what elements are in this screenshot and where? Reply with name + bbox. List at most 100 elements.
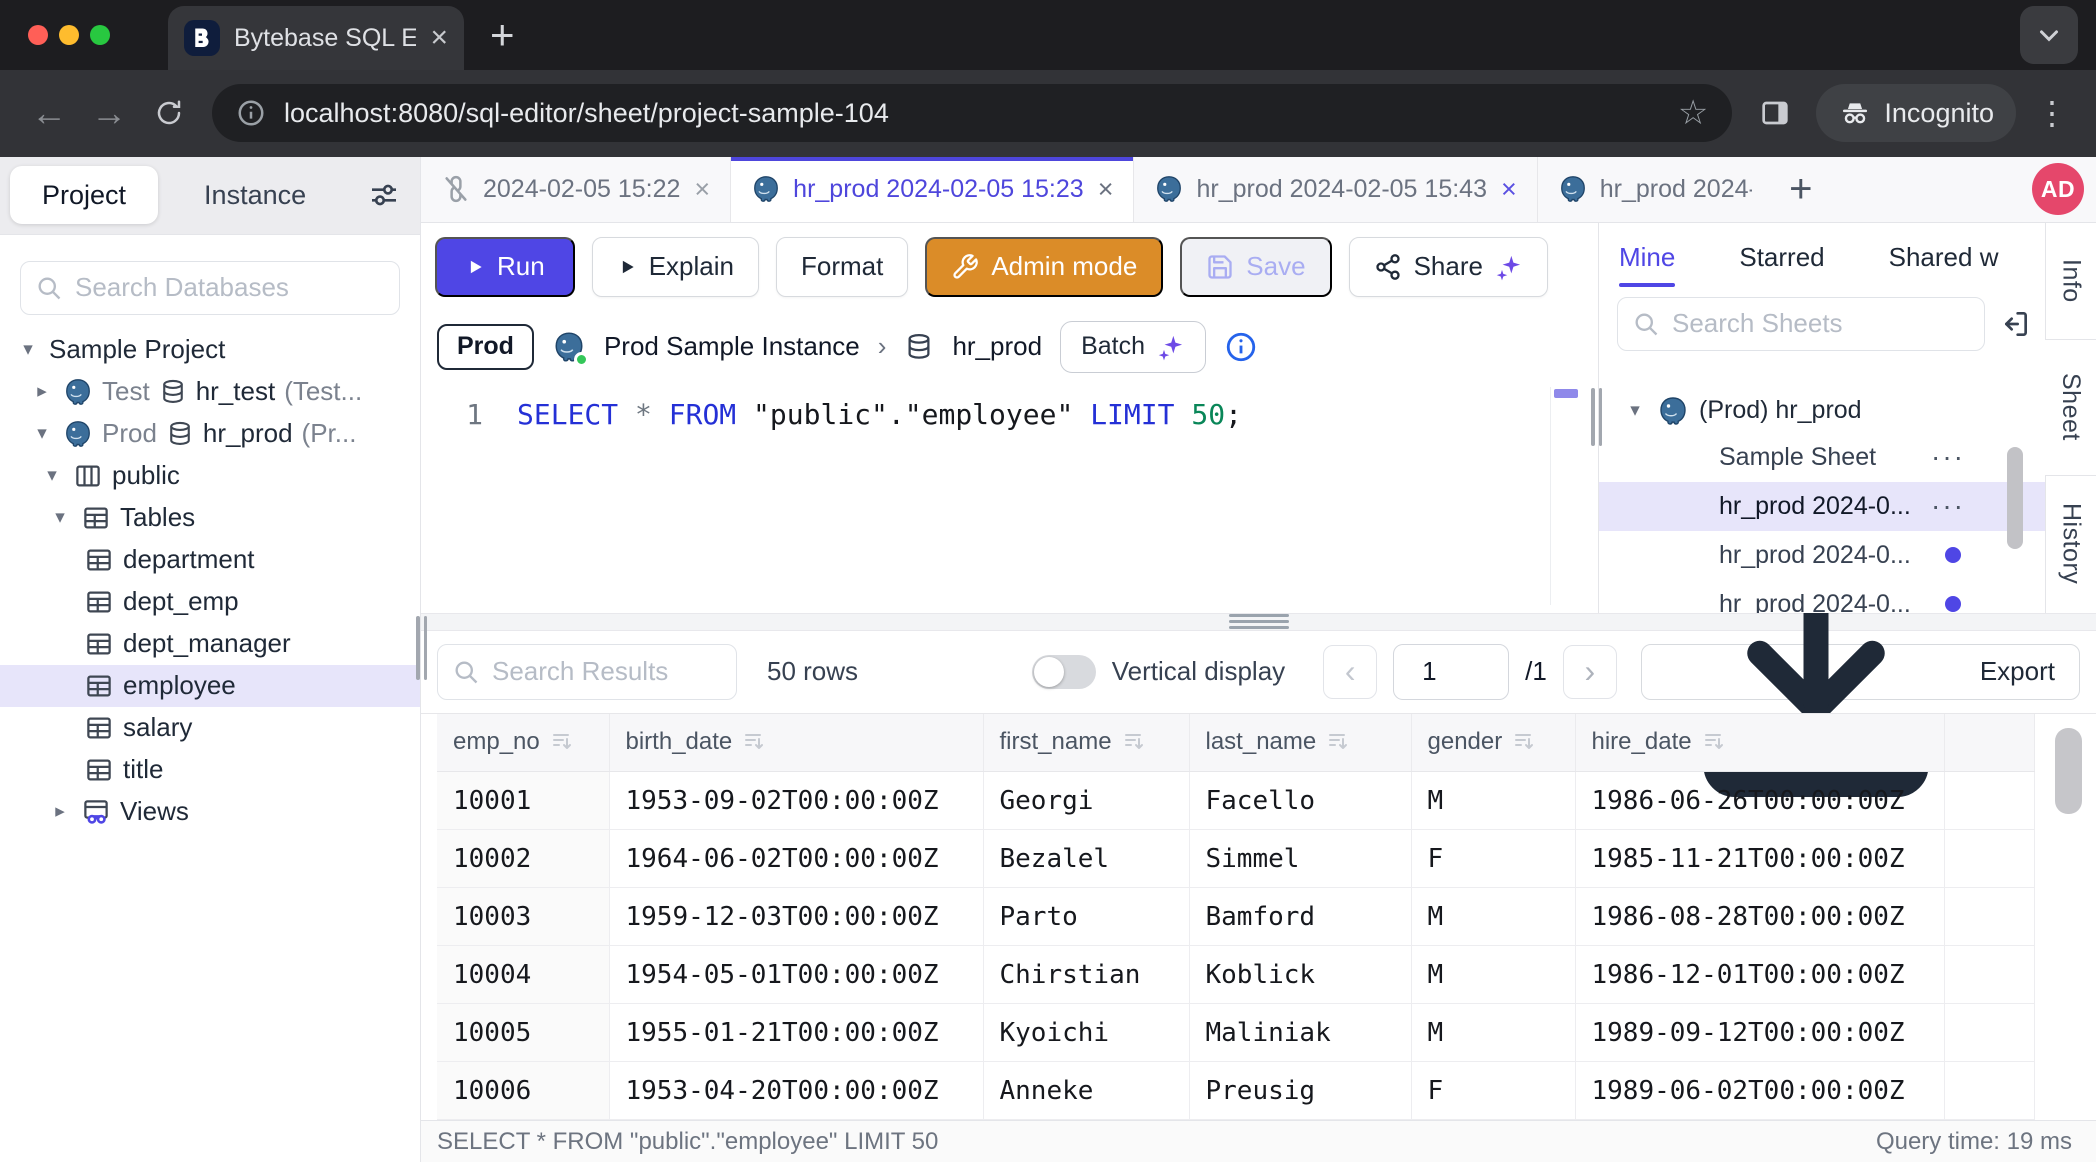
info-icon[interactable] — [1224, 330, 1258, 364]
sort-icon[interactable] — [1122, 729, 1146, 753]
column-header-birth_date[interactable]: birth_date — [609, 714, 983, 772]
play-icon — [465, 257, 485, 277]
reload-icon[interactable] — [142, 98, 196, 128]
tree-item-sample-project[interactable]: ▾Sample Project — [0, 329, 420, 371]
user-avatar[interactable]: AD — [2032, 163, 2084, 215]
export-button[interactable]: Export — [1641, 644, 2080, 700]
panel-resize-handle[interactable] — [1591, 388, 1602, 446]
sheet-search-input[interactable] — [1672, 308, 1970, 339]
sheet-tab-2[interactable]: hr_prod 2024-02-05 15:23× — [731, 157, 1134, 222]
sidebar-resize-handle[interactable] — [416, 616, 427, 680]
run-button[interactable]: Run — [435, 237, 575, 297]
tab-project[interactable]: Project — [10, 166, 158, 224]
close-sheet-icon[interactable]: × — [694, 174, 710, 205]
tree-item-title[interactable]: title — [0, 749, 420, 791]
table-scrollbar-thumb[interactable] — [2055, 728, 2082, 814]
sheet-list-item[interactable]: hr_prod 2024-0... — [1599, 531, 2045, 580]
site-info-icon[interactable] — [236, 98, 266, 128]
close-tab-icon[interactable]: × — [430, 21, 448, 55]
more-menu-icon[interactable]: ··· — [1931, 490, 1965, 522]
tree-item-dept-manager[interactable]: dept_manager — [0, 623, 420, 665]
browser-menu-icon[interactable]: ⋮ — [2030, 94, 2074, 132]
zoom-window-button[interactable] — [90, 25, 110, 45]
sheet-search[interactable] — [1617, 297, 1985, 351]
sheet-panel-tab-starred[interactable]: Starred — [1739, 223, 1824, 293]
results-search[interactable] — [437, 644, 737, 700]
caret-right-icon[interactable]: ▸ — [48, 800, 72, 823]
column-header-first_name[interactable]: first_name — [983, 714, 1189, 772]
tree-item-employee[interactable]: employee — [0, 665, 420, 707]
share-button[interactable]: Share — [1349, 237, 1548, 297]
vertical-display-toggle[interactable] — [1032, 655, 1096, 689]
caret-down-icon[interactable]: ▾ — [48, 506, 72, 529]
query-time: Query time: 19 ms — [1876, 1128, 2072, 1156]
close-sheet-icon[interactable]: × — [1098, 174, 1114, 205]
sql-editor[interactable]: 1 SELECT * FROM "public"."employee" LIMI… — [421, 383, 1598, 613]
forward-icon[interactable]: → — [82, 92, 136, 134]
sheet-tab-1[interactable]: 2024-02-05 15:22× — [421, 157, 731, 222]
tab-search-chevron-icon[interactable] — [2020, 6, 2078, 64]
new-tab-button[interactable]: + — [490, 14, 515, 56]
more-menu-icon[interactable]: ··· — [1931, 441, 1965, 473]
sort-icon[interactable] — [1326, 729, 1350, 753]
column-header-hire_date[interactable]: hire_date — [1575, 714, 1944, 772]
tree-item-views[interactable]: ▸Views — [0, 791, 420, 833]
side-tab-info[interactable]: Info — [2046, 223, 2096, 340]
browser-tab[interactable]: Bytebase SQL Editor × — [168, 6, 464, 70]
format-button[interactable]: Format — [776, 237, 908, 297]
save-button[interactable]: Save — [1180, 237, 1331, 297]
caret-down-icon[interactable]: ▾ — [1623, 399, 1647, 422]
sheet-panel-tab-mine[interactable]: Mine — [1619, 223, 1675, 293]
sheet-list-item[interactable]: hr_prod 2024-0...··· — [1599, 482, 2045, 531]
sort-icon[interactable] — [550, 729, 574, 753]
sheet-list-scrollbar-thumb[interactable] — [2007, 447, 2023, 549]
caret-down-icon[interactable]: ▾ — [40, 464, 64, 487]
close-sheet-icon[interactable]: × — [1501, 174, 1517, 205]
explain-button[interactable]: Explain — [592, 237, 759, 297]
minimize-window-button[interactable] — [59, 25, 79, 45]
sort-icon[interactable] — [742, 729, 766, 753]
tree-item-department[interactable]: department — [0, 539, 420, 581]
column-header-last_name[interactable]: last_name — [1189, 714, 1411, 772]
side-panel-icon[interactable] — [1748, 97, 1802, 129]
sort-icon[interactable] — [1512, 729, 1536, 753]
sort-icon[interactable] — [1702, 729, 1726, 753]
prev-page-button[interactable]: ‹ — [1323, 645, 1377, 699]
next-page-button[interactable]: › — [1563, 645, 1617, 699]
tab-instance[interactable]: Instance — [172, 166, 338, 224]
batch-mode-button[interactable]: Batch — [1060, 321, 1206, 373]
sheet-list-item[interactable]: Sample Sheet··· — [1599, 433, 2045, 482]
tree-item-hr-prod[interactable]: ▾Prodhr_prod(Pr... — [0, 413, 420, 455]
tree-item-public[interactable]: ▾public — [0, 455, 420, 497]
sheet-list-item[interactable]: hr_prod 2024-0... — [1599, 580, 2045, 613]
database-search-input[interactable] — [75, 272, 385, 303]
tree-item-hr-test[interactable]: ▸Testhr_test(Test... — [0, 371, 420, 413]
tree-item-dept-emp[interactable]: dept_emp — [0, 581, 420, 623]
address-bar[interactable]: localhost:8080/sql-editor/sheet/project-… — [212, 84, 1732, 142]
results-search-input[interactable] — [492, 656, 722, 687]
sheet-group-row[interactable]: ▾(Prod) hr_prod — [1599, 389, 2045, 433]
side-tab-sheet[interactable]: Sheet — [2045, 340, 2096, 476]
column-header-gender[interactable]: gender — [1411, 714, 1575, 772]
add-sheet-button[interactable]: + — [1772, 157, 1830, 222]
close-window-button[interactable] — [28, 25, 48, 45]
sheet-panel-tab-shared-w[interactable]: Shared w — [1889, 223, 1999, 293]
column-header-emp_no[interactable]: emp_no — [437, 714, 609, 772]
tree-item-salary[interactable]: salary — [0, 707, 420, 749]
database-search[interactable] — [20, 261, 400, 315]
back-icon[interactable]: ← — [22, 92, 76, 134]
editor-scrollbar[interactable] — [1550, 387, 1580, 605]
sheet-tab-3[interactable]: hr_prod 2024-02-05 15:43× — [1134, 157, 1537, 222]
caret-down-icon[interactable]: ▾ — [30, 422, 54, 445]
collapse-panel-icon[interactable] — [1999, 308, 2031, 340]
tree-item-tables[interactable]: ▾Tables — [0, 497, 420, 539]
filter-sliders-icon[interactable] — [368, 179, 400, 211]
caret-down-icon[interactable]: ▾ — [16, 338, 40, 361]
side-tab-history[interactable]: History — [2046, 476, 2096, 613]
database-name: hr_prod — [952, 331, 1042, 362]
sheet-tab-4[interactable]: hr_prod 2024-0 — [1538, 157, 1772, 222]
page-number-input[interactable] — [1393, 644, 1509, 700]
admin-mode-button[interactable]: Admin mode — [925, 237, 1163, 297]
caret-right-icon[interactable]: ▸ — [30, 380, 54, 403]
bookmark-star-icon[interactable]: ☆ — [1678, 93, 1708, 133]
